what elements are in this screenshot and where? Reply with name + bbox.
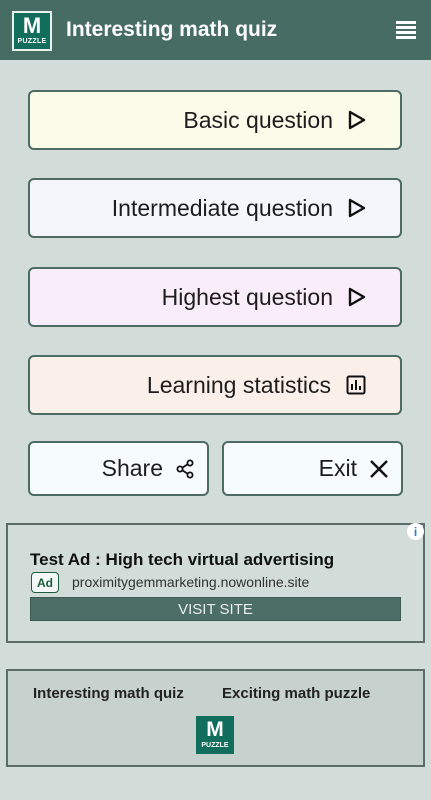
highest-question-button[interactable]: Highest question xyxy=(28,267,402,327)
intermediate-question-label: Intermediate question xyxy=(111,194,333,221)
visit-site-button[interactable]: VISIT SITE xyxy=(30,597,401,621)
info-icon[interactable]: i xyxy=(407,523,424,540)
learning-statistics-label: Learning statistics xyxy=(146,371,331,398)
app-title: Interesting math quiz xyxy=(66,18,278,41)
app-bar: M PUZZLE Interesting math quiz xyxy=(0,0,431,60)
footer-logo[interactable]: M PUZZLE xyxy=(196,716,234,754)
close-icon xyxy=(369,459,389,479)
footer-link-math-puzzle[interactable]: Exciting math puzzle xyxy=(222,685,370,702)
footer-logo-letter: M xyxy=(206,718,224,741)
footer-logo-subtitle: PUZZLE xyxy=(201,742,229,749)
basic-question-label: Basic question xyxy=(183,106,333,133)
exit-label: Exit xyxy=(318,455,357,481)
play-arrow-icon xyxy=(348,198,366,218)
play-arrow-icon xyxy=(348,110,366,130)
intermediate-question-button[interactable]: Intermediate question xyxy=(28,178,402,238)
share-button[interactable]: Share xyxy=(28,441,209,496)
learning-statistics-button[interactable]: Learning statistics xyxy=(28,355,402,415)
highest-question-label: Highest question xyxy=(161,283,333,310)
logo-letter: M xyxy=(22,13,42,38)
footer-link-math-quiz[interactable]: Interesting math quiz xyxy=(33,685,184,702)
ad-url[interactable]: proximitygemmarketing.nowonline.site xyxy=(72,574,309,590)
logo-subtitle: PUZZLE xyxy=(17,38,47,45)
play-arrow-icon xyxy=(348,287,366,307)
app-logo: M PUZZLE xyxy=(12,11,52,51)
exit-button[interactable]: Exit xyxy=(222,441,403,496)
ad-badge: Ad xyxy=(31,572,59,593)
basic-question-button[interactable]: Basic question xyxy=(28,90,402,150)
ad-title[interactable]: Test Ad : High tech virtual advertising xyxy=(30,550,334,570)
hamburger-menu-icon[interactable] xyxy=(396,21,416,39)
share-icon xyxy=(175,459,195,479)
bar-chart-icon xyxy=(346,375,366,395)
share-label: Share xyxy=(101,455,163,481)
